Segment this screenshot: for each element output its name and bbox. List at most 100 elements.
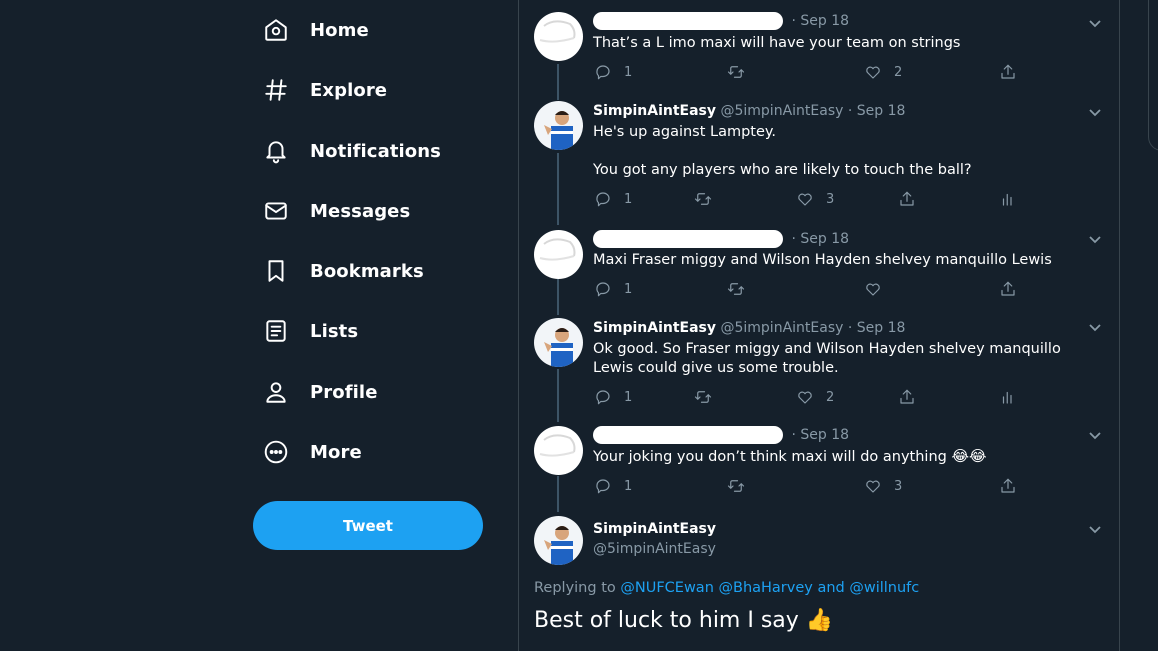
share-icon <box>1001 281 1015 296</box>
nav-profile[interactable]: Profile <box>262 372 378 412</box>
like-action[interactable]: 2 <box>864 63 902 81</box>
user-handle[interactable]: @5impinAintEasy <box>720 103 843 119</box>
display-name[interactable]: SimpinAintEasy <box>593 320 716 336</box>
like-count: 3 <box>826 191 835 207</box>
nav-messages-label: Messages <box>310 200 411 222</box>
mention-link[interactable]: @BhaHarvey <box>719 580 813 596</box>
nav-bookmarks[interactable]: Bookmarks <box>262 251 424 291</box>
bell-icon <box>262 137 290 165</box>
like-count: 3 <box>894 478 903 494</box>
more-dots-icon <box>262 438 290 466</box>
tweet[interactable]: · Sep 18 That’s a L imo maxi will have y… <box>519 0 1118 92</box>
nav-lists[interactable]: Lists <box>262 311 358 351</box>
reply-count: 1 <box>624 478 633 494</box>
tweet[interactable]: · Sep 18 Your joking you don’t think max… <box>519 418 1118 510</box>
like-action[interactable] <box>864 280 882 298</box>
share-action[interactable] <box>999 477 1017 495</box>
retweet-icon <box>694 391 712 403</box>
redacted-avatar[interactable] <box>534 12 583 61</box>
nav-bookmarks-label: Bookmarks <box>310 260 424 282</box>
reply-icon <box>596 479 610 494</box>
user-handle[interactable]: @5impinAintEasy <box>720 320 843 336</box>
share-action[interactable] <box>999 280 1017 298</box>
nav-lists-label: Lists <box>310 320 359 342</box>
tweet-button[interactable]: Tweet <box>253 501 483 550</box>
display-name[interactable]: SimpinAintEasy <box>593 521 716 537</box>
tweet-date[interactable]: Sep 18 <box>800 231 849 247</box>
reply-action[interactable]: 1 <box>594 190 632 208</box>
reply-action[interactable]: 1 <box>594 280 632 298</box>
tweet[interactable]: SimpinAintEasy @5impinAintEasy · Sep 18 … <box>519 310 1118 418</box>
reply-action[interactable]: 1 <box>594 388 632 406</box>
share-icon <box>900 389 914 404</box>
tweet-date[interactable]: Sep 18 <box>800 13 849 29</box>
user-avatar[interactable] <box>534 516 583 565</box>
retweet-action[interactable] <box>727 477 745 495</box>
retweet-action[interactable] <box>727 63 745 81</box>
nav-home[interactable]: Home <box>262 10 369 50</box>
tweet-date[interactable]: Sep 18 <box>857 320 906 336</box>
display-name[interactable]: SimpinAintEasy <box>593 103 716 119</box>
mention-link[interactable]: @NUFCEwan <box>620 580 714 596</box>
retweet-action[interactable] <box>727 280 745 298</box>
nav-explore[interactable]: Explore <box>262 70 387 110</box>
retweet-action[interactable] <box>694 388 712 406</box>
share-action[interactable] <box>898 388 916 406</box>
tweet-date[interactable]: Sep 18 <box>800 427 849 443</box>
tweet[interactable]: · Sep 18 Maxi Fraser miggy and Wilson Ha… <box>519 218 1118 310</box>
chevron-down-icon[interactable] <box>1088 319 1102 333</box>
sidebar-panel-edge <box>1148 0 1158 151</box>
tweet-header: SimpinAintEasy @5impinAintEasy · Sep 18 <box>593 103 905 119</box>
user-handle[interactable]: @5impinAintEasy <box>593 541 716 557</box>
retweet-icon <box>727 283 745 295</box>
redacted-avatar[interactable] <box>534 230 583 279</box>
reply-icon <box>596 192 610 207</box>
reply-action[interactable]: 1 <box>594 63 632 81</box>
reply-icon <box>596 390 610 405</box>
reply-icon <box>596 65 610 80</box>
user-avatar[interactable] <box>534 101 583 150</box>
retweet-icon <box>727 66 745 78</box>
nav-messages[interactable]: Messages <box>262 191 410 231</box>
chevron-down-icon[interactable] <box>1088 104 1102 118</box>
share-action[interactable] <box>999 63 1017 81</box>
tweet-header: SimpinAintEasy @5impinAintEasy · Sep 18 <box>593 320 905 336</box>
nav-notifications[interactable]: Notifications <box>262 131 441 171</box>
reply-count: 1 <box>624 281 633 297</box>
redacted-avatar[interactable] <box>534 426 583 475</box>
share-action[interactable] <box>898 190 916 208</box>
like-action[interactable]: 3 <box>796 190 834 208</box>
list-icon <box>262 317 290 345</box>
analytics-action[interactable] <box>999 388 1017 406</box>
retweet-icon <box>727 480 745 492</box>
tweet-text-content: Your joking you don’t think maxi will do… <box>593 449 947 465</box>
chevron-down-icon[interactable] <box>1088 231 1102 245</box>
tweet-text-line: You got any players who are likely to to… <box>593 162 972 178</box>
nav-explore-label: Explore <box>310 79 388 101</box>
laughing-emoji: 😂😂 <box>951 447 987 465</box>
redacted-name <box>593 230 783 248</box>
user-avatar[interactable] <box>534 318 583 367</box>
heart-icon <box>866 283 880 296</box>
redacted-name <box>593 426 783 444</box>
separator: · <box>847 320 853 336</box>
like-action[interactable]: 2 <box>796 388 834 406</box>
retweet-action[interactable] <box>694 190 712 208</box>
reply-action[interactable]: 1 <box>594 477 632 495</box>
like-action[interactable]: 3 <box>864 477 902 495</box>
mention-and[interactable]: and <box>817 580 844 596</box>
analytics-action[interactable] <box>999 190 1017 208</box>
mention-link[interactable]: @willnufc <box>849 580 919 596</box>
tweet-text: That’s a L imo maxi will have your team … <box>593 35 961 51</box>
tweet-date[interactable]: Sep 18 <box>857 103 906 119</box>
nav-more[interactable]: More <box>262 432 362 472</box>
nav-profile-label: Profile <box>310 381 378 403</box>
share-icon <box>900 191 914 206</box>
separator: · <box>791 427 796 443</box>
tweet-text: Ok good. So Fraser miggy and Wilson Hayd… <box>593 341 1061 376</box>
tweet[interactable]: SimpinAintEasy @5impinAintEasy · Sep 18 … <box>519 92 1118 218</box>
chevron-down-icon[interactable] <box>1088 15 1102 29</box>
chevron-down-icon[interactable] <box>1088 427 1102 441</box>
person-icon <box>262 378 290 406</box>
chevron-down-icon[interactable] <box>1088 521 1102 535</box>
